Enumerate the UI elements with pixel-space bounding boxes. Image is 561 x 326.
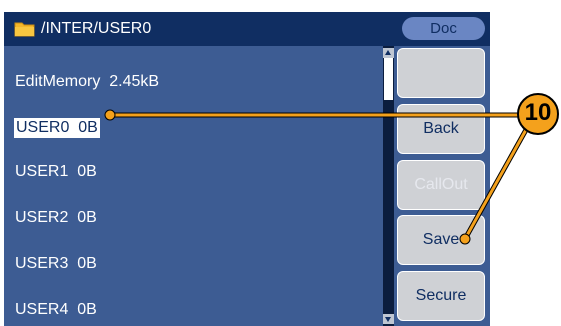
secure-button[interactable]: Secure [397, 271, 485, 321]
doc-button[interactable]: Doc [402, 17, 485, 40]
list-item-user4[interactable]: USER4 0B [15, 300, 97, 320]
save-button[interactable]: Save [397, 215, 485, 265]
list-item-user1[interactable]: USER1 0B [15, 162, 97, 182]
file-list: EditMemory 2.45kB USER0 0B USER1 0B USER… [4, 46, 382, 326]
softkey-blank[interactable] [397, 48, 485, 98]
scroll-up-arrow-icon[interactable] [383, 48, 394, 58]
folder-icon [14, 22, 35, 37]
callout-button[interactable]: CallOut [397, 160, 485, 210]
scrollbar[interactable] [383, 46, 394, 326]
list-item-editmemory[interactable]: EditMemory 2.45kB [15, 72, 159, 92]
scroll-down-arrow-icon[interactable] [383, 314, 394, 324]
list-item-user2[interactable]: USER2 0B [15, 208, 97, 228]
scroll-thumb[interactable] [384, 58, 393, 100]
title-bar: /INTER/USER0 Doc [4, 12, 490, 46]
back-button[interactable]: Back [397, 104, 485, 154]
file-browser-screen: /INTER/USER0 Doc EditMemory 2.45kB USER0… [4, 12, 490, 326]
current-path: /INTER/USER0 [41, 20, 152, 37]
list-item-user3[interactable]: USER3 0B [15, 254, 97, 274]
list-item-user0-selected[interactable]: USER0 0B [14, 118, 100, 138]
callout-number: 10 [524, 99, 552, 126]
